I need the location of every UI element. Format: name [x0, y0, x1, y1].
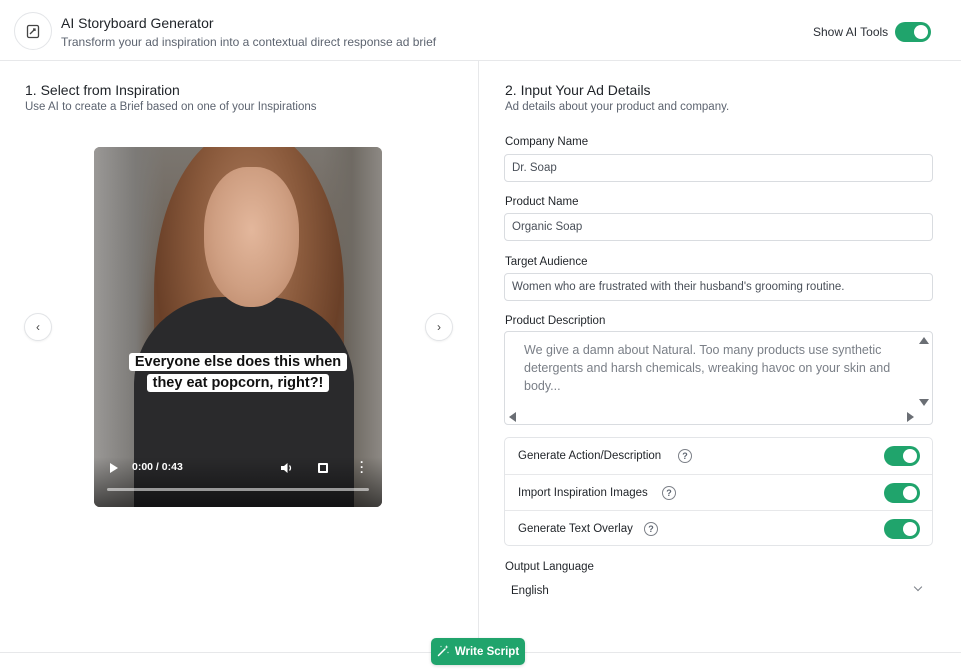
toggle-knob [903, 522, 917, 536]
video-subject-face [204, 167, 299, 307]
inspiration-section-subtitle: Use AI to create a Brief based on one of… [25, 101, 317, 113]
scroll-left-icon[interactable] [509, 412, 516, 422]
chevron-down-icon [913, 582, 923, 592]
option-label: Generate Text Overlay [518, 523, 633, 535]
panel-divider [478, 61, 479, 651]
option-import-images: Import Inspiration Images ? [505, 474, 932, 510]
ad-details-section-subtitle: Ad details about your product and compan… [505, 101, 730, 113]
scroll-up-icon[interactable] [919, 337, 929, 344]
chevron-right-icon: › [437, 320, 441, 334]
prev-inspiration-button[interactable]: ‹ [24, 313, 52, 341]
product-name-input[interactable] [504, 213, 933, 241]
fullscreen-icon[interactable] [318, 463, 328, 473]
play-icon[interactable] [110, 463, 118, 473]
next-inspiration-button[interactable]: › [425, 313, 453, 341]
option-text-overlay: Generate Text Overlay ? [505, 510, 932, 546]
option-generate-action: Generate Action/Description ? [505, 438, 932, 474]
output-language-select[interactable]: English [504, 580, 933, 602]
generation-options: Generate Action/Description ? Import Ins… [504, 437, 933, 546]
show-ai-tools-toggle[interactable] [895, 22, 931, 42]
help-icon[interactable]: ? [662, 486, 676, 500]
ad-details-section-title: 2. Input Your Ad Details [505, 82, 651, 98]
output-language-value: English [511, 585, 549, 597]
app-header: AI Storyboard Generator Transform your a… [0, 0, 961, 61]
company-name-input[interactable] [504, 154, 933, 182]
more-options-icon[interactable]: · · · [360, 456, 364, 478]
toggle-knob [903, 486, 917, 500]
video-caption: Everyone else does this when they eat po… [124, 352, 352, 394]
storyboard-icon [14, 12, 52, 50]
text-overlay-toggle[interactable] [884, 519, 920, 539]
write-script-button[interactable]: Write Script [431, 638, 525, 665]
inspiration-video[interactable]: Everyone else does this when they eat po… [94, 147, 382, 507]
help-icon[interactable]: ? [644, 522, 658, 536]
volume-icon[interactable] [280, 462, 293, 477]
product-description-text: We give a damn about Natural. Too many p… [524, 343, 891, 393]
toggle-knob [914, 25, 928, 39]
option-label: Generate Action/Description [518, 450, 662, 462]
product-name-label: Product Name [505, 196, 579, 208]
app-title: AI Storyboard Generator [61, 15, 214, 31]
generate-action-toggle[interactable] [884, 446, 920, 466]
video-progress-track[interactable] [107, 488, 369, 491]
video-time: 0:00 / 0:43 [132, 461, 183, 473]
company-name-label: Company Name [505, 136, 589, 148]
product-description-textarea[interactable]: We give a damn about Natural. Too many p… [504, 331, 933, 425]
scroll-right-icon[interactable] [907, 412, 914, 422]
option-label: Import Inspiration Images [518, 487, 648, 499]
app-subtitle: Transform your ad inspiration into a con… [61, 35, 437, 49]
help-icon[interactable]: ? [678, 449, 692, 463]
write-script-label: Write Script [454, 645, 520, 658]
target-audience-label: Target Audience [505, 256, 588, 268]
show-ai-tools-label: Show AI Tools [813, 25, 889, 39]
import-images-toggle[interactable] [884, 483, 920, 503]
scroll-down-icon[interactable] [919, 399, 929, 406]
target-audience-input[interactable] [504, 273, 933, 301]
output-language-label: Output Language [505, 561, 594, 573]
magic-wand-icon [437, 644, 450, 660]
product-description-label: Product Description [505, 315, 606, 327]
toggle-knob [903, 449, 917, 463]
inspiration-section-title: 1. Select from Inspiration [25, 82, 180, 98]
chevron-left-icon: ‹ [36, 320, 40, 334]
